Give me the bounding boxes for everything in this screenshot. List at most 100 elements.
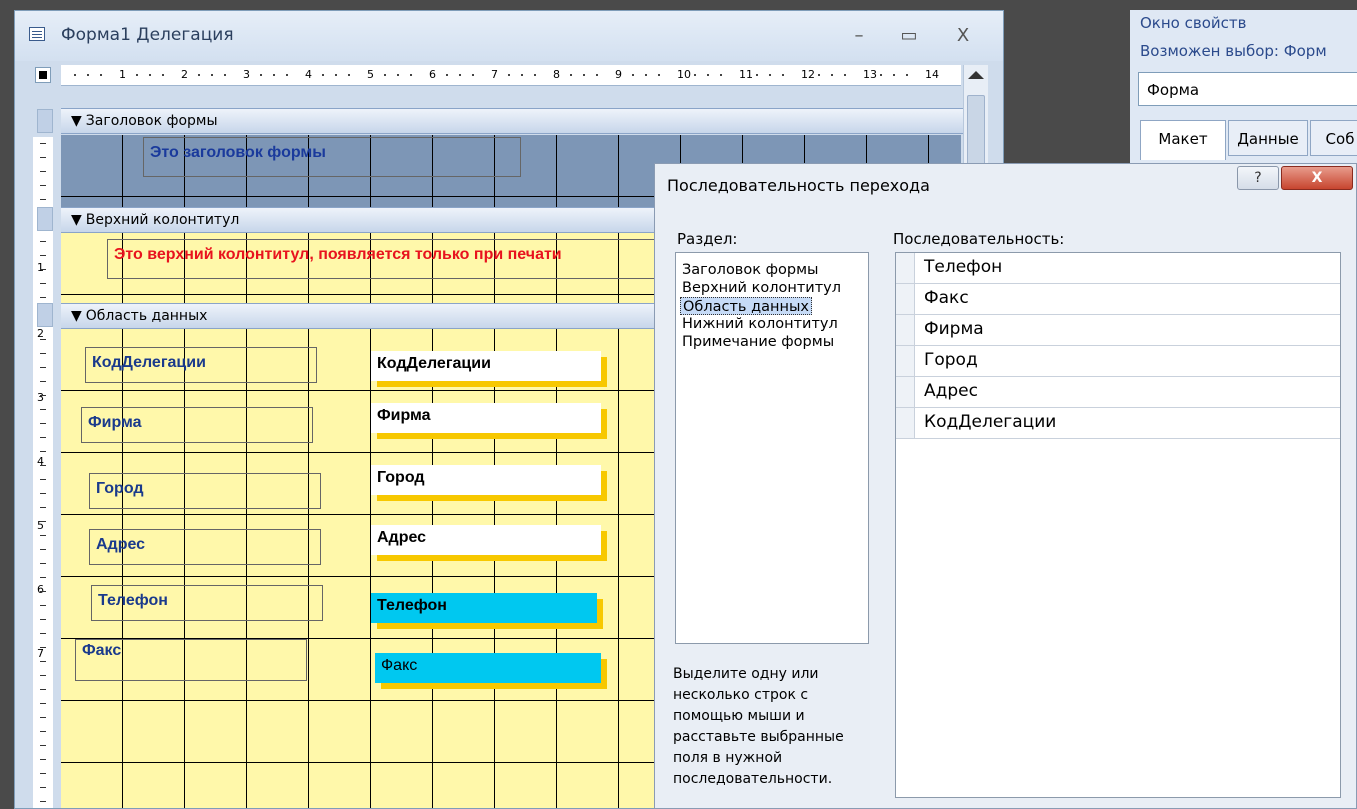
ruler-tick — [831, 74, 833, 76]
ruler-tick — [87, 74, 89, 76]
ruler-tick — [583, 74, 585, 76]
table-row[interactable]: КодДелегации — [896, 408, 1340, 439]
list-item[interactable]: Нижний колонтитул — [680, 315, 840, 333]
ruler-tick — [40, 381, 46, 382]
ruler-tick — [40, 647, 46, 648]
form-header-caption-label[interactable]: Это заголовок формы — [143, 137, 521, 177]
section-selector-page-header[interactable] — [37, 207, 53, 231]
list-item[interactable]: Примечание формы — [680, 333, 836, 351]
ruler-tick — [40, 171, 46, 172]
close-button[interactable]: X — [943, 23, 983, 49]
ruler-tick — [769, 74, 771, 76]
scroll-up-icon[interactable] — [968, 71, 984, 79]
table-row[interactable]: Факс — [896, 284, 1340, 315]
section-bar-form-header[interactable]: ▼ Заголовок формы — [61, 108, 965, 134]
field-telefon[interactable]: Телефон — [371, 593, 597, 623]
list-item[interactable]: Верхний колонтитул — [680, 279, 843, 297]
ruler-tick — [40, 465, 46, 466]
section-list[interactable]: Заголовок формы Верхний колонтитул Облас… — [675, 252, 869, 644]
ruler-tick — [707, 74, 709, 76]
field-firma[interactable]: Фирма — [371, 403, 601, 433]
ruler-tick — [40, 255, 46, 256]
list-item-selected[interactable]: Область данных — [680, 297, 812, 315]
field-kod-delegacii[interactable]: КодДелегации — [371, 351, 601, 381]
ruler-tick — [40, 157, 46, 158]
ruler-tick — [136, 74, 138, 76]
vertical-ruler[interactable]: 1234567 — [33, 137, 53, 808]
ruler-tick — [40, 605, 46, 606]
dialog-hint-text: Выделите одну или несколько строк с помо… — [673, 666, 844, 787]
ruler-tick — [397, 74, 399, 76]
select-form-button[interactable] — [35, 67, 51, 83]
ruler-tick — [40, 619, 46, 620]
table-row[interactable]: Фирма — [896, 315, 1340, 346]
ruler-tick — [40, 283, 46, 284]
order-list-label: Последовательность: — [893, 230, 1065, 248]
ruler-tick — [472, 74, 474, 76]
ruler-tick — [40, 353, 46, 354]
object-selector-combo[interactable]: Форма — [1138, 72, 1357, 106]
ruler-tick — [720, 74, 722, 76]
ruler-tick — [40, 395, 46, 396]
ruler-tick — [521, 74, 523, 76]
ruler-tick — [40, 507, 46, 508]
ruler-tick — [844, 74, 846, 76]
label-faks[interactable]: Факс — [75, 639, 307, 681]
ruler-number: 4 — [305, 68, 312, 81]
ruler-tick — [40, 521, 46, 522]
ruler-tick — [40, 185, 46, 186]
order-list[interactable]: Телефон Факс Фирма Город Адрес КодДелега… — [895, 252, 1341, 798]
ruler-number: 8 — [553, 68, 560, 81]
minimize-button[interactable]: – — [839, 23, 879, 49]
row-selector[interactable] — [896, 408, 915, 438]
row-selector[interactable] — [896, 377, 915, 407]
table-row[interactable]: Телефон — [896, 253, 1340, 284]
table-row[interactable]: Адрес — [896, 377, 1340, 408]
ruler-number: 7 — [37, 647, 44, 660]
ruler-tick — [335, 74, 337, 76]
ruler-tick — [40, 423, 46, 424]
selection-type-label: Возможен выбор: Форм — [1140, 42, 1327, 60]
ruler-tick — [40, 773, 46, 774]
row-selector[interactable] — [896, 346, 915, 376]
ruler-number: 9 — [615, 68, 622, 81]
ruler-tick — [162, 74, 164, 76]
ruler-number: 2 — [181, 68, 188, 81]
label-kod-delegacii[interactable]: КодДелегации — [85, 347, 317, 383]
ruler-number: 13 — [863, 68, 877, 81]
form-titlebar[interactable]: Форма1 Делегация – ▭ X — [15, 11, 1003, 61]
ruler-tick — [40, 563, 46, 564]
ruler-tick — [198, 74, 200, 76]
tab-maket[interactable]: Макет — [1140, 120, 1226, 160]
ruler-tick — [273, 74, 275, 76]
dialog-close-button[interactable]: X — [1281, 166, 1353, 190]
ruler-tick — [40, 479, 46, 480]
ruler-tick — [74, 74, 76, 76]
row-selector[interactable] — [896, 315, 915, 345]
tab-dannye[interactable]: Данные — [1228, 120, 1308, 156]
ruler-tick — [149, 74, 151, 76]
ruler-tick — [893, 74, 895, 76]
help-button[interactable]: ? — [1237, 166, 1279, 190]
label-firma[interactable]: Фирма — [81, 407, 313, 443]
field-adres[interactable]: Адрес — [371, 525, 601, 555]
arrow-down-icon: ▼ — [71, 113, 82, 129]
section-selector-detail[interactable] — [37, 303, 53, 327]
field-gorod[interactable]: Город — [371, 465, 601, 495]
horizontal-ruler[interactable]: 1 2 3 4 5 6 7 8 9 10 11 12 13 14 — [61, 65, 961, 86]
field-faks[interactable]: Факс — [375, 653, 601, 683]
row-selector[interactable] — [896, 284, 915, 314]
label-telefon[interactable]: Телефон — [91, 585, 323, 621]
section-selector-form-header[interactable] — [37, 109, 53, 133]
property-sheet-title: Окно свойств — [1140, 14, 1247, 32]
ruler-tick — [534, 74, 536, 76]
label-gorod[interactable]: Город — [89, 473, 321, 509]
section-title: Заголовок формы — [85, 113, 218, 129]
tab-sobytiya[interactable]: Соб — [1310, 120, 1357, 156]
list-item[interactable]: Заголовок формы — [680, 261, 820, 279]
row-selector[interactable] — [896, 253, 915, 283]
restore-button[interactable]: ▭ — [889, 23, 929, 49]
table-row[interactable]: Город — [896, 346, 1340, 377]
label-adres[interactable]: Адрес — [89, 529, 321, 565]
ruler-tick — [756, 74, 758, 76]
